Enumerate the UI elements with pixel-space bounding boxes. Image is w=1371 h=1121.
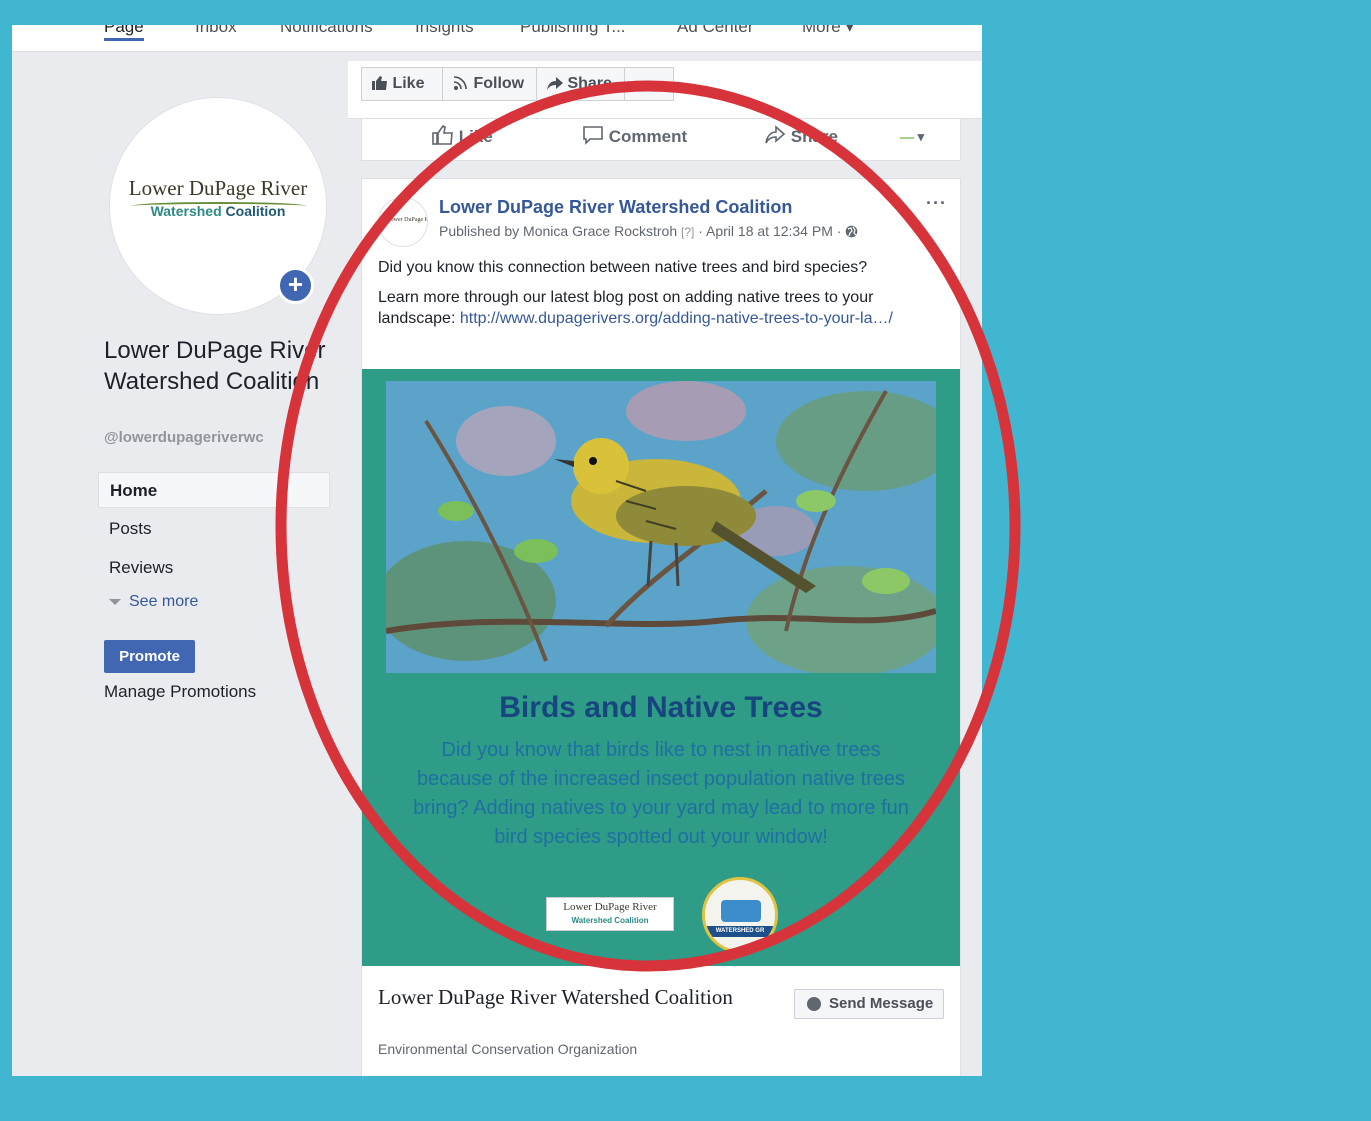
comment-icon: [583, 126, 603, 145]
page-share-button[interactable]: Share: [536, 67, 625, 101]
tab-more[interactable]: More ▾: [802, 25, 854, 37]
link-preview-category: Environmental Conservation Organization: [378, 1041, 638, 1057]
tab-ad-center[interactable]: Ad Center: [677, 25, 754, 37]
link-preview-title[interactable]: Lower DuPage River Watershed Coalition: [378, 984, 738, 1011]
left-column: Lower DuPage River Watershed Coalition +…: [12, 52, 342, 1076]
add-photo-icon[interactable]: +: [277, 267, 314, 304]
post-card: Lower DuPage River Lower DuPage River Wa…: [361, 178, 961, 1076]
post-image[interactable]: Birds and Native Trees Did you know that…: [362, 369, 960, 966]
rss-icon: [453, 76, 467, 90]
seal-band-text: WATERSHED GR: [705, 926, 775, 937]
comment-action[interactable]: Comment: [582, 125, 687, 147]
logo-text-line2: Watershed Coalition: [110, 203, 326, 219]
follow-label: Follow: [473, 75, 525, 92]
post-options-icon[interactable]: ···: [926, 193, 947, 214]
share-arrow-icon: [547, 77, 563, 90]
tab-publishing-tools[interactable]: Publishing T...: [520, 25, 626, 37]
promote-button[interactable]: Promote: [104, 640, 195, 673]
post-author-avatar[interactable]: Lower DuPage River: [378, 197, 428, 247]
globe-icon: [846, 225, 858, 238]
warbler-photo: [386, 381, 936, 673]
audience-icon: [900, 136, 914, 139]
like-action-label: Like: [458, 127, 493, 146]
post-text-line1: Did you know this connection between nat…: [378, 259, 868, 276]
follow-button[interactable]: Follow: [442, 67, 537, 101]
help-link[interactable]: [?]: [681, 225, 694, 239]
see-more-label: See more: [129, 593, 199, 610]
thumbs-up-icon: [372, 76, 387, 90]
page-action-bar: Like Follow Share: [348, 61, 982, 119]
page-handle[interactable]: @lowerdupageriverwc: [104, 429, 264, 446]
page-like-button[interactable]: Like: [361, 67, 443, 101]
graphic-title: Birds and Native Trees: [499, 691, 823, 724]
tab-inbox[interactable]: Inbox: [195, 25, 237, 37]
post-author-link[interactable]: Lower DuPage River Watershed Coalition: [439, 197, 792, 218]
page-top-nav: Page Inbox Notifications Insights Publis…: [12, 25, 982, 52]
share-outline-icon: [765, 125, 786, 144]
post-link[interactable]: http://www.dupagerivers.org/adding-nativ…: [460, 310, 893, 327]
logo-text-line1: Lower DuPage River: [128, 176, 308, 200]
post-text-body: Learn more through our latest blog post …: [378, 287, 948, 329]
previous-post-actions: Like Comment Share ▾: [361, 119, 961, 161]
tab-notifications[interactable]: Notifications: [280, 25, 373, 37]
logo-word-watershed: Watershed: [150, 203, 222, 219]
send-message-button[interactable]: Send Message: [794, 989, 944, 1019]
messenger-icon: [807, 997, 821, 1011]
manage-promotions-link[interactable]: Manage Promotions: [104, 682, 256, 702]
sidebar-item-reviews[interactable]: Reviews: [98, 550, 330, 586]
ldrwc-logo-line2: Watershed Coalition: [571, 916, 649, 925]
avatar-logo-text: Lower DuPage River: [387, 217, 427, 223]
ldrwc-logo-line1: Lower DuPage River: [563, 901, 657, 913]
page-share-label: Share: [567, 75, 612, 92]
page-like-label: Like: [392, 75, 425, 92]
audience-selector[interactable]: ▾: [900, 129, 924, 145]
share-action[interactable]: Share: [764, 125, 838, 147]
page-title: Lower DuPage River Watershed Coalition: [104, 337, 326, 395]
sidebar-item-posts[interactable]: Posts: [98, 511, 330, 547]
facebook-page-screenshot: Page Inbox Notifications Insights Publis…: [12, 25, 982, 1076]
send-message-label: Send Message: [829, 995, 934, 1012]
published-by[interactable]: Published by Monica Grace Rockstroh: [439, 223, 677, 239]
post-timestamp[interactable]: · April 18 at 12:34 PM ·: [698, 223, 841, 239]
tab-page[interactable]: Page: [104, 25, 144, 41]
bird-on-branch-illustration: [386, 381, 936, 673]
caret-down-icon: [109, 598, 121, 605]
more-options-button[interactable]: [624, 67, 674, 101]
logo-word-coalition: Coalition: [225, 203, 286, 219]
seal-water-graphic: [721, 900, 761, 922]
tab-insights[interactable]: Insights: [415, 25, 474, 37]
des-plaines-watershed-seal: WATERSHED GR: [702, 877, 778, 953]
sidebar-item-home[interactable]: Home: [98, 472, 330, 508]
share-action-label: Share: [790, 127, 838, 146]
comment-action-label: Comment: [608, 127, 688, 146]
graphic-body: Did you know that birds like to nest in …: [413, 739, 909, 848]
post-meta: Published by Monica Grace Rockstroh [?] …: [439, 223, 858, 239]
like-outline-icon: [432, 124, 453, 145]
like-action[interactable]: Like: [432, 124, 493, 147]
ldrwc-logo: Lower DuPage River Watershed Coalition: [546, 897, 674, 931]
see-more-link[interactable]: See more: [109, 593, 198, 611]
